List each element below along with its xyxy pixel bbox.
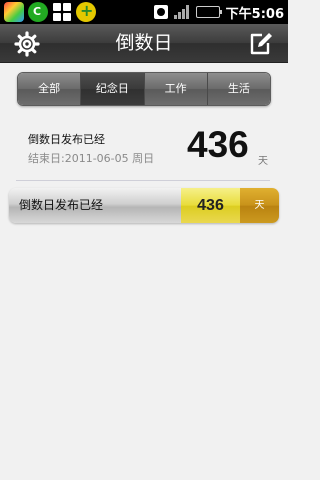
tab-anniversary[interactable]: 纪念日 xyxy=(80,73,144,105)
battery-icon xyxy=(195,6,222,18)
clock: 下午5:06 xyxy=(225,6,284,22)
page-title: 倒数日 xyxy=(115,32,173,54)
featured-days-unit: 天 xyxy=(258,156,268,167)
featured-event-end-date: 结束日:2011-06-05 周日 xyxy=(28,150,154,166)
list-item-unit: 天 xyxy=(240,188,279,223)
system-tray: 下午5:06 xyxy=(153,0,284,24)
add-event-button[interactable] xyxy=(248,31,274,57)
tab-life[interactable]: 生活 xyxy=(206,73,270,105)
title-bar: 倒数日 xyxy=(0,24,288,63)
tab-work[interactable]: 工作 xyxy=(143,73,207,105)
status-bar: 下午5:06 xyxy=(0,0,288,24)
plus-app-notification-icon xyxy=(76,1,96,22)
divider xyxy=(16,180,270,181)
settings-button[interactable] xyxy=(14,31,40,57)
app-notification-icon xyxy=(4,2,24,22)
notification-icons xyxy=(4,1,96,22)
featured-event-title: 倒数日发布已经 xyxy=(28,133,105,146)
edit-icon xyxy=(250,33,272,55)
list-item-days: 436 xyxy=(181,188,240,223)
signal-icon xyxy=(173,5,190,19)
list-item-title: 倒数日发布已经 xyxy=(19,198,104,212)
gear-icon xyxy=(14,31,40,57)
category-tabs: 全部 纪念日 工作 生活 xyxy=(17,72,271,106)
list-item[interactable]: 倒数日发布已经 436 天 xyxy=(9,188,279,223)
wechat-notification-icon xyxy=(28,2,48,22)
tab-all[interactable]: 全部 xyxy=(18,73,81,105)
end-date-prefix: 结束日: xyxy=(28,152,65,165)
end-date-value: 2011-06-05 xyxy=(64,152,129,165)
data-sync-icon xyxy=(153,5,168,19)
featured-days-count: 436 xyxy=(187,124,249,165)
end-date-weekday: 周日 xyxy=(132,152,155,165)
qr-app-notification-icon xyxy=(52,2,72,22)
